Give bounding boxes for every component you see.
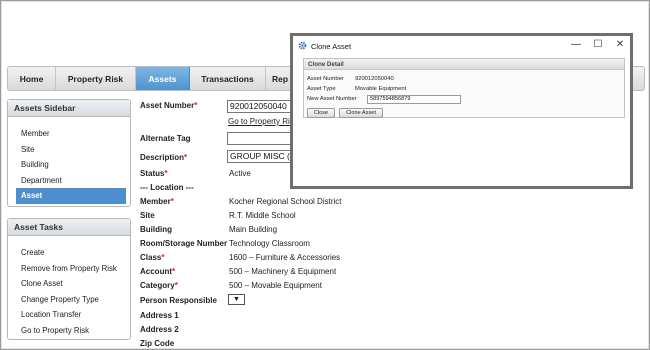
location-section-header: --- Location --- xyxy=(140,183,194,192)
category-value: 500 – Movable Equipment xyxy=(229,281,322,290)
description-field[interactable]: GROUP MISC ( xyxy=(227,150,291,163)
gear-icon xyxy=(298,41,307,52)
task-go-to-property-risk[interactable]: Go to Property Risk xyxy=(8,323,130,339)
dialog-asset-number-value: 920012050040 xyxy=(355,76,394,82)
room-label: Room/Storage Number xyxy=(140,239,228,248)
task-change-property-type[interactable]: Change Property Type xyxy=(8,292,130,308)
asset-tasks-title: Asset Tasks xyxy=(8,219,130,236)
building-value: Main Building xyxy=(229,225,278,234)
alternate-tag-field[interactable] xyxy=(227,132,291,145)
assets-sidebar-title: Assets Sidebar xyxy=(8,100,130,117)
person-responsible-label: Person Responsible xyxy=(140,296,217,305)
new-asset-number-label: New Asset Number xyxy=(307,96,357,102)
asset-number-field[interactable]: 920012050040 xyxy=(227,100,291,113)
class-value: 1600 – Furniture & Accessories xyxy=(229,253,341,262)
zip-code-label: Zip Code xyxy=(140,339,175,348)
tab-transactions[interactable]: Transactions xyxy=(190,67,266,90)
close-button[interactable]: Close xyxy=(307,108,335,118)
person-responsible-select[interactable]: ▼ xyxy=(228,294,245,305)
room-value: Technology Classroom xyxy=(229,239,310,248)
app-window: Home Property Risk Assets Transactions R… xyxy=(0,0,650,350)
task-remove-from-property-risk[interactable]: Remove from Property Risk xyxy=(8,261,130,277)
maximize-icon[interactable]: ☐ xyxy=(591,39,605,50)
description-label: Description* xyxy=(140,153,188,162)
dialog-asset-type-label: Asset Type xyxy=(307,86,336,92)
clone-asset-button[interactable]: Clone Asset xyxy=(339,108,383,118)
dialog-asset-number-label: Asset Number xyxy=(307,76,344,82)
sidebar-item-building[interactable]: Building xyxy=(8,157,130,173)
asset-tasks-panel: Asset Tasks Create Remove from Property … xyxy=(7,218,131,340)
go-to-property-risk-link[interactable]: Go to Property Ris xyxy=(228,117,294,126)
address1-label: Address 1 xyxy=(140,311,179,320)
task-location-transfer[interactable]: Location Transfer xyxy=(8,307,130,323)
dialog-asset-type-value: Movable Equipment xyxy=(355,86,407,92)
category-label: Category* xyxy=(140,281,178,290)
task-create[interactable]: Create xyxy=(8,245,130,261)
member-value: Kocher Regional School District xyxy=(229,197,342,206)
minimize-icon[interactable]: — xyxy=(569,39,583,50)
tab-property-risk[interactable]: Property Risk xyxy=(56,67,136,90)
assets-sidebar: Assets Sidebar Member Site Building Depa… xyxy=(7,99,131,207)
building-label: Building xyxy=(140,225,172,234)
sidebar-item-asset[interactable]: Asset xyxy=(16,188,126,204)
clone-detail-title: Clone Detail xyxy=(304,59,624,70)
class-label: Class* xyxy=(140,253,165,262)
account-label: Account* xyxy=(140,267,176,276)
tab-home[interactable]: Home xyxy=(8,67,56,90)
member-label: Member* xyxy=(140,197,174,206)
status-value: Active xyxy=(229,169,251,178)
address2-label: Address 2 xyxy=(140,325,179,334)
sidebar-item-department[interactable]: Department xyxy=(8,173,130,189)
task-clone-asset[interactable]: Clone Asset xyxy=(8,276,130,292)
account-value: 500 – Machinery & Equipment xyxy=(229,267,337,276)
clone-asset-dialog: Clone Asset — ☐ ✕ Clone Detail Asset Num… xyxy=(290,33,633,189)
site-value: R.T. Middle School xyxy=(229,211,296,220)
site-label: Site xyxy=(140,211,155,220)
status-label: Status* xyxy=(140,169,168,178)
sidebar-item-site[interactable]: Site xyxy=(8,142,130,158)
alternate-tag-label: Alternate Tag xyxy=(140,134,191,143)
dialog-title: Clone Asset xyxy=(311,42,352,51)
sidebar-item-member[interactable]: Member xyxy=(8,126,130,142)
asset-number-label: Asset Number* xyxy=(140,101,198,110)
new-asset-number-input[interactable]: 5897594856879 xyxy=(367,95,461,104)
close-icon[interactable]: ✕ xyxy=(613,39,627,50)
tab-assets[interactable]: Assets xyxy=(136,67,190,90)
